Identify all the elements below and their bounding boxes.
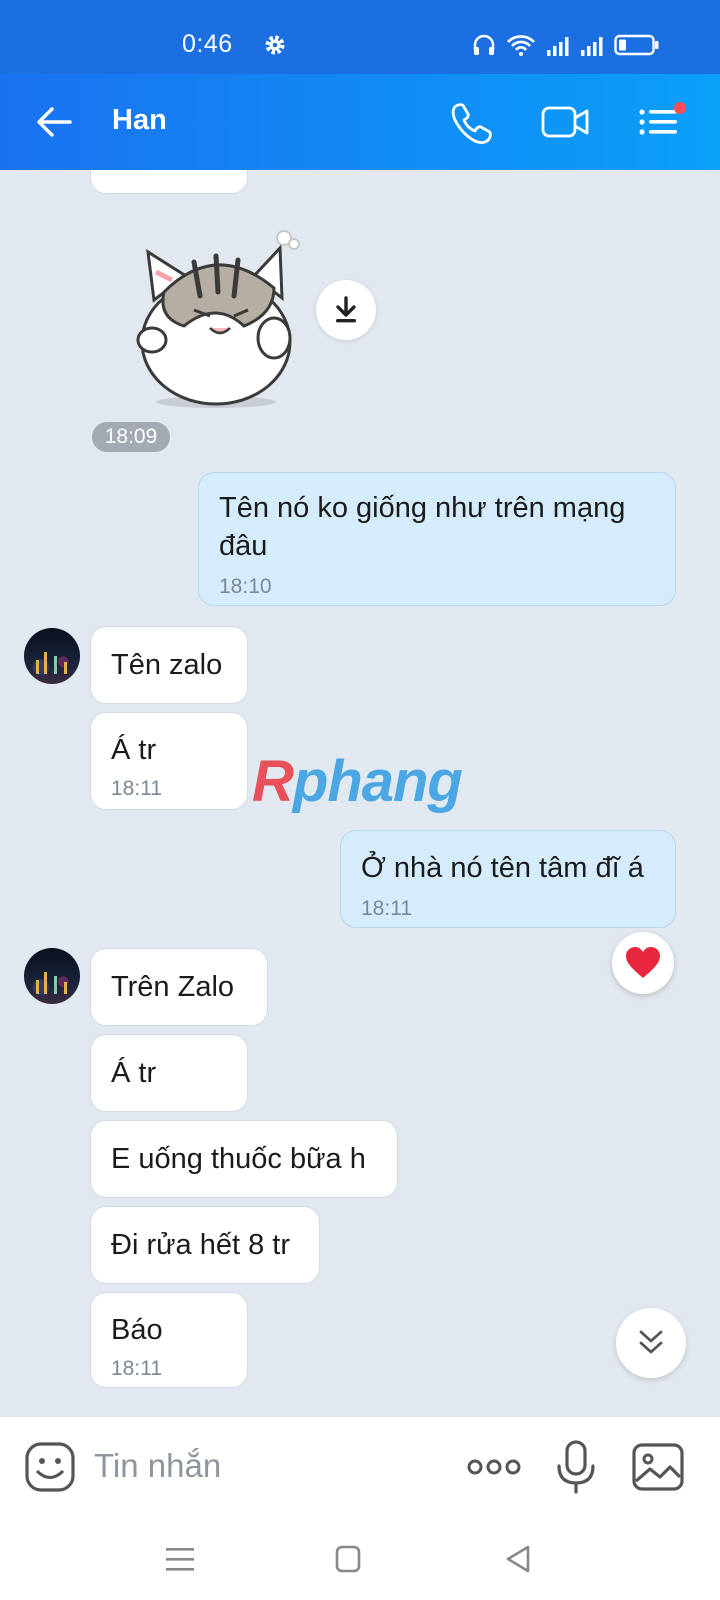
message-bubble-outgoing[interactable]: Ở nhà nó tên tâm đĩ á 18:11 <box>340 830 676 928</box>
signal-icon <box>547 37 569 56</box>
message-bubble-partial[interactable] <box>90 170 248 194</box>
menu-icon[interactable] <box>160 1542 200 1576</box>
watermark: Rphang <box>252 749 463 814</box>
message-text: Á tr <box>111 734 157 766</box>
message-time: 18:11 <box>111 777 162 800</box>
chat-area[interactable]: 18:09 Tên nó ko giống như trên mạng đâu … <box>0 170 720 1416</box>
message-text: Á tr <box>111 1057 157 1089</box>
heart-icon <box>626 947 660 978</box>
video-icon[interactable] <box>540 100 590 144</box>
system-nav-bar <box>0 1516 720 1600</box>
sticker-timestamp: 18:09 <box>92 422 170 452</box>
avatar[interactable] <box>24 628 80 684</box>
message-input[interactable]: Tin nhắn <box>94 1447 221 1485</box>
message-text: Tên nó ko giống như trên mạng <box>219 492 626 524</box>
image-icon[interactable] <box>630 1439 686 1495</box>
home-icon[interactable] <box>328 1542 368 1576</box>
battery-icon <box>614 34 659 56</box>
scroll-to-bottom-button[interactable] <box>616 1308 686 1378</box>
double-chevron-down-icon <box>639 1330 663 1354</box>
download-button[interactable] <box>316 280 376 340</box>
message-text: đâu <box>219 530 268 562</box>
reaction-button[interactable] <box>612 932 674 994</box>
status-time: 0:46 <box>182 30 233 58</box>
chat-header: Han <box>0 74 720 170</box>
avatar[interactable] <box>24 948 80 1004</box>
back-arrow-icon[interactable] <box>34 100 74 144</box>
message-bubble-incoming[interactable]: Trên Zalo <box>90 948 268 1026</box>
emoji-icon[interactable] <box>22 1439 78 1495</box>
phone-icon[interactable] <box>448 100 498 144</box>
message-time: 18:11 <box>361 897 412 920</box>
message-text: Tên zalo <box>111 649 223 681</box>
download-icon <box>336 296 356 323</box>
menu-icon[interactable] <box>636 100 686 144</box>
message-bubble-outgoing[interactable]: Tên nó ko giống như trên mạng đâu 18:10 <box>198 472 676 606</box>
back-icon[interactable] <box>498 1542 538 1576</box>
gear-icon <box>265 35 285 55</box>
message-bubble-incoming[interactable]: Á tr 18:11 <box>90 712 248 810</box>
headphones-icon <box>473 34 495 55</box>
message-bubble-incoming[interactable]: Đi rửa hết 8 tr <box>90 1206 320 1284</box>
cat-sticker[interactable] <box>124 230 304 412</box>
message-time: 18:11 <box>111 1357 162 1380</box>
message-input-bar: Tin nhắn <box>0 1416 720 1517</box>
status-bar: 0:46 <box>0 0 720 74</box>
message-text: Ở nhà nó tên tâm đĩ á <box>361 852 644 884</box>
more-icon[interactable] <box>466 1439 522 1495</box>
microphone-icon[interactable] <box>548 1439 604 1495</box>
contact-name[interactable]: Han <box>112 104 167 137</box>
message-text: Trên Zalo <box>111 971 235 1003</box>
message-bubble-incoming[interactable]: Báo 18:11 <box>90 1292 248 1388</box>
message-bubble-incoming[interactable]: Tên zalo <box>90 626 248 704</box>
message-text: E uống thuốc bữa h <box>111 1143 366 1175</box>
signal-icon <box>581 37 603 56</box>
message-text: Báo <box>111 1314 163 1346</box>
message-bubble-incoming[interactable]: E uống thuốc bữa h <box>90 1120 398 1198</box>
message-bubble-incoming[interactable]: Á tr <box>90 1034 248 1112</box>
status-icons <box>472 32 660 56</box>
message-text: Đi rửa hết 8 tr <box>111 1229 290 1261</box>
wifi-icon <box>507 35 535 56</box>
message-time: 18:10 <box>219 575 272 598</box>
